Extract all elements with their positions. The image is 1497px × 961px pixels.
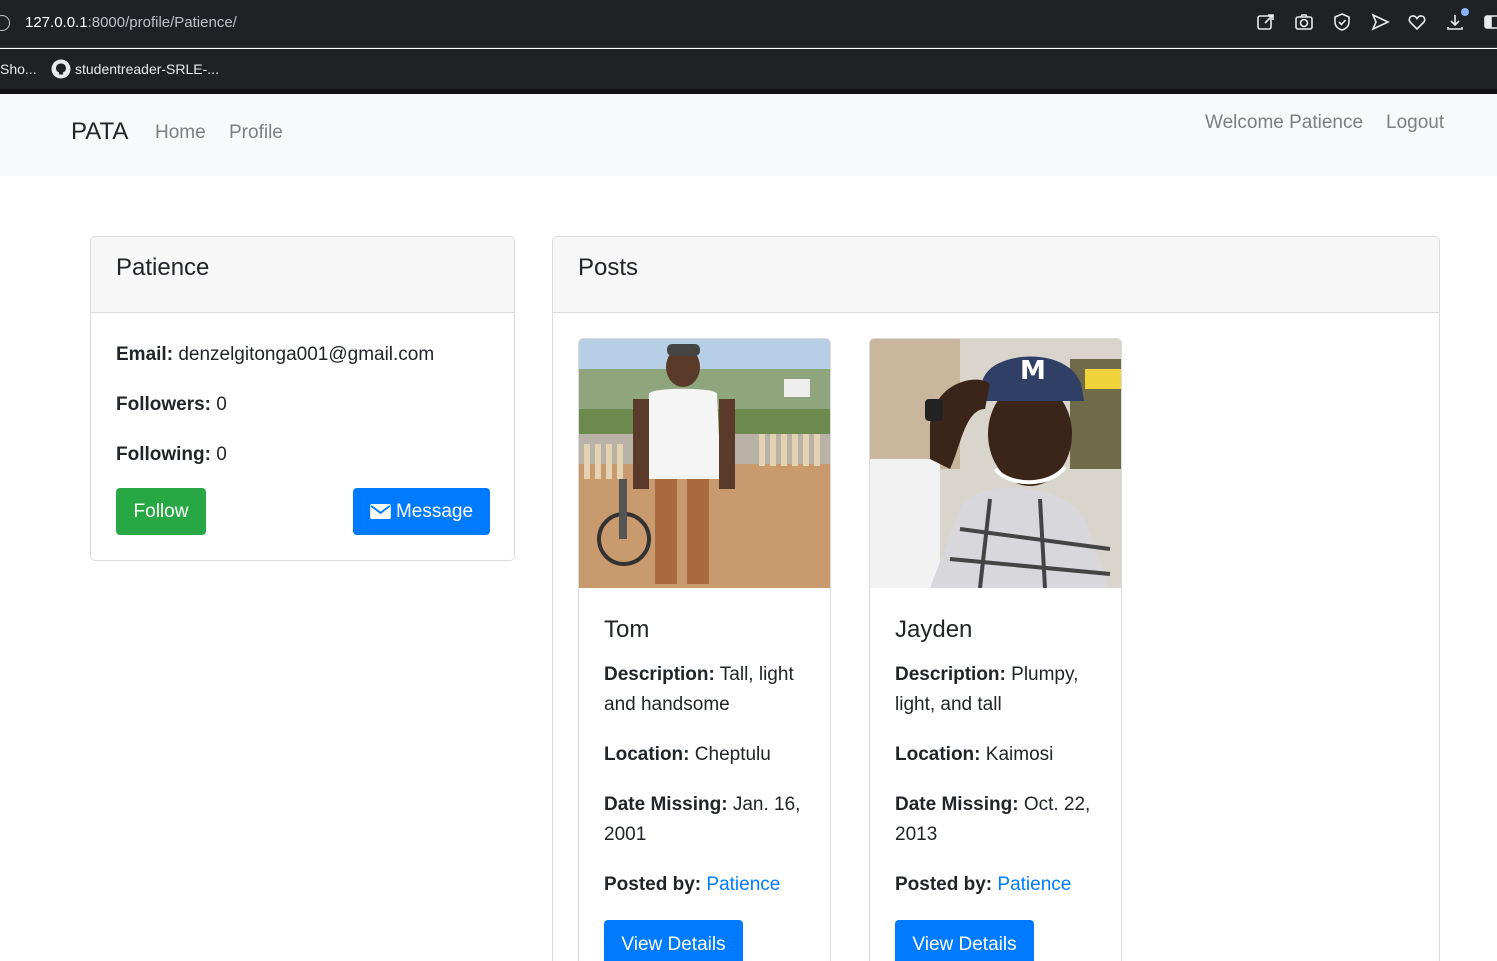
send-icon[interactable] xyxy=(1370,12,1392,34)
date-label: Date Missing: xyxy=(604,794,728,815)
sidebar-icon[interactable] xyxy=(1483,12,1497,34)
bookmark-item[interactable]: studentreader-SRLE-... xyxy=(75,61,219,77)
email-value: denzelgitonga001@gmail.com xyxy=(178,344,435,365)
post-description: Description: Tall, light and handsome xyxy=(604,660,814,720)
nav-link-welcome[interactable]: Welcome Patience xyxy=(1205,112,1363,134)
site-navbar: PATA Home Profile Welcome Patience Logou… xyxy=(0,94,1497,176)
nav-link-logout[interactable]: Logout xyxy=(1386,112,1444,134)
followers-count: 0 xyxy=(216,394,227,415)
profile-name: Patience xyxy=(116,254,210,281)
post-location: Location: Kaimosi xyxy=(895,740,1105,770)
url-field[interactable]: 127.0.0.1:8000/profile/Patience/ xyxy=(25,14,237,31)
github-icon xyxy=(51,59,71,79)
post-card: Tom Description: Tall, light and handsom… xyxy=(578,338,831,961)
share-icon[interactable] xyxy=(1256,12,1278,34)
location-label: Location: xyxy=(604,744,690,765)
location-value: Kaimosi xyxy=(985,744,1054,765)
view-details-button[interactable]: View Details xyxy=(895,920,1034,961)
download-icon[interactable] xyxy=(1445,8,1469,34)
posted-by-label: Posted by: xyxy=(604,874,702,895)
envelope-icon xyxy=(370,504,391,519)
posted-by-link[interactable]: Patience xyxy=(997,874,1071,895)
bookmark-item[interactable]: Sho... xyxy=(0,61,37,77)
svg-text:M: M xyxy=(1020,356,1046,386)
nav-link-home[interactable]: Home xyxy=(155,122,206,144)
profile-email: Email: denzelgitonga001@gmail.com xyxy=(116,340,434,370)
description-label: Description: xyxy=(895,664,1006,685)
message-button[interactable]: Message xyxy=(353,488,490,535)
profile-card-header: Patience xyxy=(91,237,514,313)
profile-followers: Followers: 0 xyxy=(116,390,227,420)
download-badge xyxy=(1461,8,1469,16)
post-name: Tom xyxy=(604,616,650,643)
date-label: Date Missing: xyxy=(895,794,1019,815)
posted-by-link[interactable]: Patience xyxy=(706,874,780,895)
heart-icon[interactable] xyxy=(1407,12,1429,34)
post-posted-by: Posted by: Patience xyxy=(895,870,1105,900)
site-info-icon[interactable] xyxy=(0,15,10,31)
posts-title: Posts xyxy=(578,254,639,281)
view-details-button[interactable]: View Details xyxy=(604,920,743,961)
posted-by-label: Posted by: xyxy=(895,874,993,895)
post-posted-by: Posted by: Patience xyxy=(604,870,814,900)
email-label: Email: xyxy=(116,344,174,365)
url-path: :8000/profile/Patience/ xyxy=(87,14,237,31)
post-description: Description: Plumpy, light, and tall xyxy=(895,660,1105,720)
shield-icon[interactable] xyxy=(1332,12,1354,34)
browser-address-bar: 127.0.0.1:8000/profile/Patience/ xyxy=(0,0,1497,48)
bookmarks-bar: Sho... studentreader-SRLE-... xyxy=(0,49,1497,89)
followers-label: Followers: xyxy=(116,394,212,415)
url-host: 127.0.0.1 xyxy=(25,14,88,31)
following-count: 0 xyxy=(216,444,227,465)
post-card: M Jayden Description: Plumpy, light, and… xyxy=(869,338,1122,961)
description-label: Description: xyxy=(604,664,715,685)
camera-icon[interactable] xyxy=(1294,12,1316,34)
message-button-label: Message xyxy=(395,500,474,522)
location-label: Location: xyxy=(895,744,981,765)
posts-card-header: Posts xyxy=(553,237,1439,313)
post-photo[interactable] xyxy=(579,339,830,588)
nav-link-profile[interactable]: Profile xyxy=(229,122,283,144)
location-value: Cheptulu xyxy=(694,744,771,765)
posts-card: Posts Tom Description: Tall, light and h… xyxy=(552,236,1440,961)
follow-button[interactable]: Follow xyxy=(116,488,206,535)
brand-logo[interactable]: PATA xyxy=(71,118,128,146)
profile-following: Following: 0 xyxy=(116,440,227,470)
post-name: Jayden xyxy=(895,616,973,643)
following-label: Following: xyxy=(116,444,211,465)
post-date-missing: Date Missing: Oct. 22, 2013 xyxy=(895,790,1105,850)
post-date-missing: Date Missing: Jan. 16, 2001 xyxy=(604,790,814,850)
post-location: Location: Cheptulu xyxy=(604,740,814,770)
post-photo[interactable]: M xyxy=(870,339,1121,588)
profile-card: Patience Email: denzelgitonga001@gmail.c… xyxy=(90,236,515,561)
